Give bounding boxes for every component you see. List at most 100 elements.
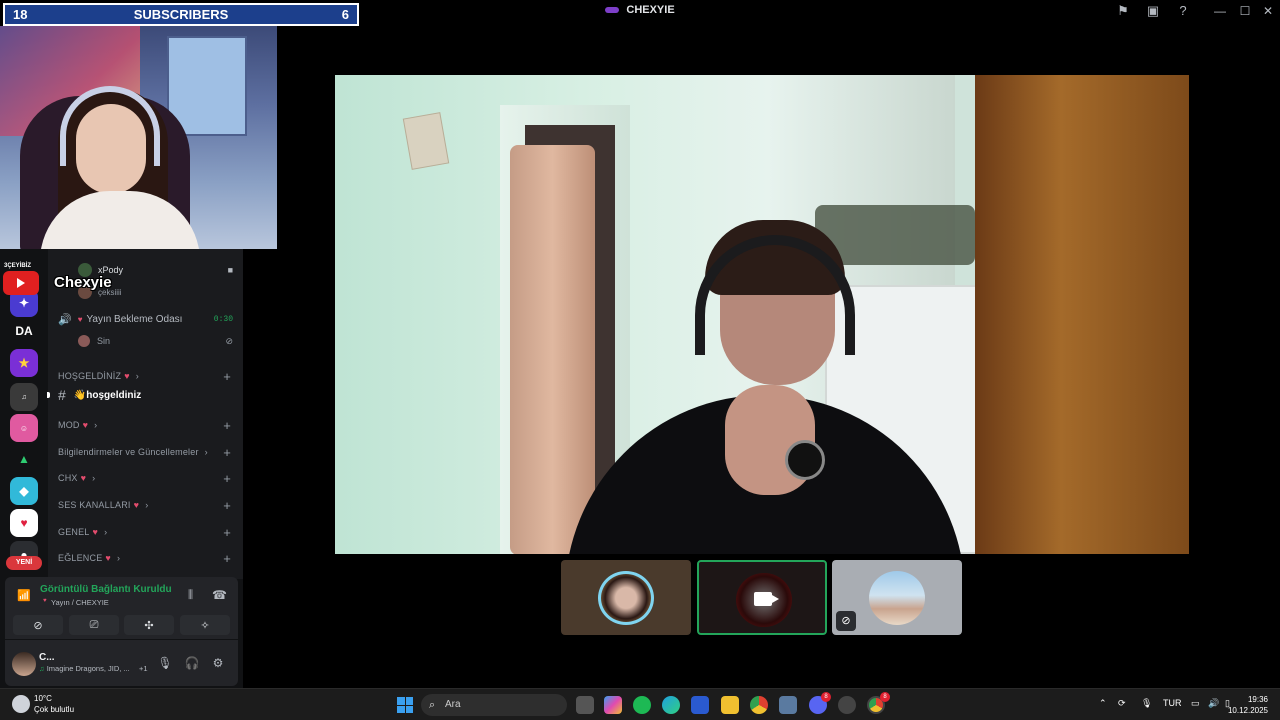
screen-share-icon: ⎚ [89, 618, 99, 631]
task-view-icon[interactable] [576, 696, 594, 714]
language-indicator[interactable]: TUR [1163, 698, 1182, 708]
discord-badge: 8 [821, 692, 831, 702]
heart-icon: ♥ [92, 527, 99, 537]
mute-icon: ⊘ [225, 335, 233, 346]
soundboard-button[interactable]: ✧ [180, 615, 230, 635]
category-genel[interactable]: GENEL ♥ › + [48, 523, 243, 541]
soundboard-icon: ✧ [200, 619, 210, 632]
speaker-icon: 🔊 [58, 313, 72, 326]
category-ses-kanallari[interactable]: SES KANALLARI ♥ › + [48, 496, 243, 514]
user-status: ♫ Imagine Dragons, JID, ... [39, 664, 149, 673]
maximize-button[interactable]: ☐ [1235, 2, 1255, 20]
channel-hosgeldiniz[interactable]: # 👋hoşgeldiniz [47, 386, 243, 404]
app-icon-2[interactable] [838, 696, 856, 714]
edge-icon[interactable] [662, 696, 680, 714]
weather-widget[interactable]: 10°C Çok bulutlu [12, 693, 74, 715]
heart-icon: ♥ [77, 314, 83, 324]
server-icon-yellow[interactable]: ★ [10, 349, 38, 377]
store-icon[interactable] [691, 696, 709, 714]
participant-tile-1[interactable] [561, 560, 691, 635]
chevron-icon: › [145, 500, 149, 510]
user-status-text: Imagine Dragons, JID, ... [46, 664, 130, 673]
server-logo-icon [605, 7, 620, 14]
chevron-icon: › [135, 371, 139, 381]
headphones-icon[interactable]: 🎧 [184, 655, 200, 671]
heart-icon: ♥ [133, 500, 140, 510]
server-icon-heart[interactable]: ♥ [10, 509, 38, 537]
camera-off-icon: ⊘ [33, 619, 43, 632]
unread-indicator [47, 392, 50, 398]
copilot-icon[interactable] [604, 696, 622, 714]
chevron-icon: › [104, 527, 108, 537]
chrome-icon[interactable] [750, 696, 768, 714]
category-label: Bilgilendirmeler ve Güncellemeler [58, 447, 199, 457]
volume-icon[interactable]: 🔊 [1208, 698, 1219, 709]
sync-icon[interactable]: ⟳ [1118, 698, 1126, 709]
participant-watch [785, 440, 825, 480]
avatar[interactable] [12, 652, 36, 676]
weather-desc: Çok bulutlu [34, 705, 75, 714]
main-video-stream[interactable] [335, 75, 1189, 554]
microphone-icon[interactable]: 🎙 [157, 655, 173, 671]
settings-gear-icon[interactable]: ⚙ [210, 655, 226, 671]
tray-overflow-icon[interactable]: ⌃ [1099, 698, 1107, 709]
camera-icon: ■ [227, 265, 233, 275]
help-icon[interactable]: ? [1175, 3, 1191, 19]
add-channel-icon[interactable]: + [223, 551, 231, 566]
add-channel-icon[interactable]: + [223, 418, 231, 433]
add-channel-icon[interactable]: + [223, 445, 231, 460]
start-button[interactable] [397, 697, 413, 713]
search-box[interactable]: ⌕ Ara [421, 694, 567, 716]
streamer-webcam [0, 26, 277, 249]
category-hosgeldiniz[interactable]: HOŞGELDİNİZ ♥ › + [48, 367, 243, 385]
user-name[interactable]: C... [39, 652, 55, 663]
inbox-icon[interactable]: ▣ [1145, 3, 1161, 19]
chrome-badge: 8 [880, 692, 890, 702]
voice-connection-panel: 📶 Görüntülü Bağlantı Kuruldu ♥ Yayın / C… [5, 577, 238, 639]
activities-button[interactable]: ✣ [124, 615, 174, 635]
server-icon-da[interactable]: DA [10, 317, 38, 345]
camera-toggle-button[interactable]: ⊘ [13, 615, 63, 635]
voice-channel-name[interactable]: Yayın / CHEXYIE [51, 598, 109, 607]
category-label: GENEL [58, 527, 90, 537]
voice-user-row[interactable]: Sin ⊘ [48, 332, 243, 350]
add-channel-icon[interactable]: + [223, 498, 231, 513]
noise-suppression-icon[interactable]: ⫼ [188, 589, 193, 602]
server-icon-green[interactable]: ▲ [10, 445, 38, 473]
add-channel-icon[interactable]: + [223, 369, 231, 384]
voice-status[interactable]: Görüntülü Bağlantı Kuruldu [40, 584, 172, 595]
avatar [869, 571, 925, 625]
channel-name: Yayın Bekleme Odası [86, 313, 183, 325]
add-channel-icon[interactable]: + [223, 525, 231, 540]
category-bilgilendirmeler[interactable]: Bilgilendirmeler ve Güncellemeler › + [48, 443, 243, 461]
minimize-button[interactable]: — [1210, 2, 1230, 20]
category-eglence[interactable]: EĞLENCE ♥ › + [48, 549, 243, 567]
participant-tile-3[interactable]: ⊘ [832, 560, 962, 635]
screen-share-button[interactable]: ⎚ [69, 615, 119, 635]
mic-tray-icon[interactable]: 🎙 [1141, 698, 1152, 709]
disconnect-icon[interactable]: ☎ [212, 588, 227, 602]
heart-icon: ♥ [82, 420, 89, 430]
voice-channel-waiting-room[interactable]: 🔊 ♥ Yayın Bekleme Odası 0:30 [48, 310, 243, 328]
spotify-icon[interactable] [633, 696, 651, 714]
clock[interactable]: 19:36 10.12.2025 [1228, 694, 1268, 716]
participant-tile-2[interactable] [697, 560, 827, 635]
chevron-icon: › [116, 553, 121, 563]
server-icon-mayone[interactable]: ♫ [10, 383, 38, 411]
add-channel-icon[interactable]: + [223, 471, 231, 486]
category-mod[interactable]: MOD ♥ › + [48, 416, 243, 434]
server-icon-cayali[interactable]: ☺ [10, 414, 38, 442]
avatar [598, 571, 654, 625]
close-button[interactable]: ✕ [1258, 2, 1278, 20]
activities-icon: ✣ [144, 619, 154, 632]
file-explorer-icon[interactable] [721, 696, 739, 714]
app-icon[interactable] [779, 696, 797, 714]
stream-name-overlay: Chexyie [54, 274, 112, 291]
flag-icon[interactable]: ⚑ [1115, 3, 1131, 19]
server-icon-cyan[interactable]: ◆ [10, 477, 38, 505]
status-extra-count: +1 [139, 664, 148, 673]
heart-icon: ♥ [80, 473, 87, 483]
network-icon[interactable]: ▭ [1191, 698, 1200, 709]
category-chx[interactable]: CHX ♥ › + [48, 469, 243, 487]
channel-list: xPody ■ çeksiiii 🔊 ♥ Yayın Bekleme Odası… [47, 249, 243, 579]
